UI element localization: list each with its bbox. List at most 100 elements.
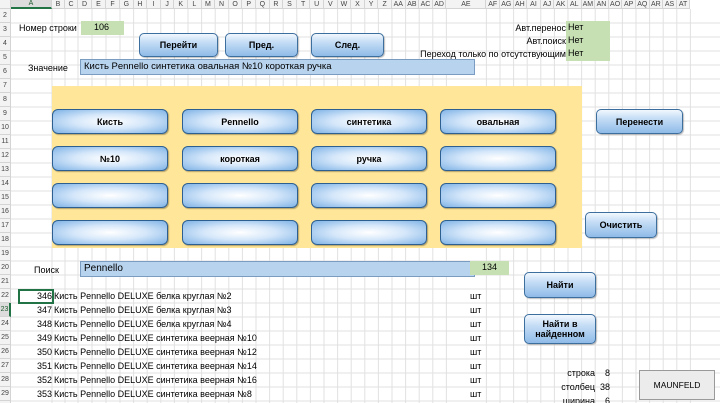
row-header-21[interactable]: 21 [0,275,11,289]
result-number[interactable]: 352 [18,374,52,388]
word-tile-8[interactable] [440,146,556,171]
result-number[interactable]: 348 [18,318,52,332]
result-name[interactable]: Кисть Pennello DELUXE синтетика веерная … [54,374,464,388]
result-name[interactable]: Кисть Pennello DELUXE синтетика веерная … [54,332,464,346]
word-tile-6[interactable]: короткая [182,146,298,171]
row-header-17[interactable]: 17 [0,219,11,233]
column-header-a[interactable]: A [11,0,52,9]
column-header-al[interactable]: AL [568,0,582,9]
result-number[interactable]: 347 [18,304,52,318]
row-header-29[interactable]: 29 [0,387,11,401]
row-header-18[interactable]: 18 [0,233,11,247]
column-header-q[interactable]: Q [256,0,270,9]
column-header-ar[interactable]: AR [649,0,664,9]
column-header-ac[interactable]: AC [419,0,433,9]
row-header-19[interactable]: 19 [0,247,11,261]
word-tile-7[interactable]: ручка [311,146,427,171]
row-header-15[interactable]: 15 [0,191,11,205]
column-header-aj[interactable]: AJ [540,0,555,9]
column-header-g[interactable]: G [120,0,134,9]
row-header-14[interactable]: 14 [0,177,11,191]
row-header-24[interactable]: 24 [0,317,11,331]
row-header-6[interactable]: 6 [0,65,11,79]
column-header-b[interactable]: B [52,0,65,9]
column-header-at[interactable]: AT [676,0,691,9]
row-header-10[interactable]: 10 [0,121,11,135]
row-header-8[interactable]: 8 [0,93,11,107]
select-all-corner[interactable] [0,0,11,9]
result-number[interactable]: 350 [18,346,52,360]
column-header-e[interactable]: E [92,0,106,9]
row-header-16[interactable]: 16 [0,205,11,219]
brand-button[interactable]: MAUNFELD [639,370,715,400]
column-header-af[interactable]: AF [486,0,500,9]
column-header-r[interactable]: R [269,0,284,9]
column-header-h[interactable]: H [133,0,148,9]
column-header-z[interactable]: Z [378,0,392,9]
auto-transfer-value[interactable]: Нет [566,21,610,35]
result-name[interactable]: Кисть Pennello DELUXE белка круглая №3 [54,304,464,318]
column-header-ai[interactable]: AI [527,0,541,9]
word-tile-16[interactable] [440,220,556,245]
result-name[interactable]: Кисть Pennello DELUXE белка круглая №4 [54,318,464,332]
column-header-ak[interactable]: AK [554,0,568,9]
column-header-x[interactable]: X [351,0,365,9]
search-input[interactable]: Pennello [80,261,475,277]
word-tile-15[interactable] [311,220,427,245]
word-tile-1[interactable]: Кисть [52,109,168,134]
clear-button[interactable]: Очистить [585,212,657,238]
result-number[interactable]: 351 [18,360,52,374]
next-button[interactable]: След. [311,33,384,57]
word-tile-11[interactable] [311,183,427,208]
go-button[interactable]: Перейти [139,33,218,57]
row-header-23[interactable]: 23 [0,303,11,317]
column-header-w[interactable]: W [337,0,352,9]
column-header-aq[interactable]: AQ [636,0,650,9]
column-header-n[interactable]: N [215,0,229,9]
row-header-26[interactable]: 26 [0,345,11,359]
auto-search-value[interactable]: Нет [566,34,610,48]
find-button[interactable]: Найти [524,272,596,298]
word-tile-12[interactable] [440,183,556,208]
column-header-o[interactable]: O [228,0,243,9]
word-tile-13[interactable] [52,220,168,245]
word-tile-3[interactable]: синтетика [311,109,427,134]
column-header-m[interactable]: M [201,0,216,9]
result-name[interactable]: Кисть Pennello DELUXE синтетика веерная … [54,346,464,360]
missing-only-value[interactable]: Нет [566,47,610,61]
column-header-an[interactable]: AN [595,0,609,9]
row-header-4[interactable]: 4 [0,37,11,51]
word-tile-10[interactable] [182,183,298,208]
column-header-ah[interactable]: AH [513,0,528,9]
row-header-27[interactable]: 27 [0,359,11,373]
value-field[interactable]: Кисть Pennello синтетика овальная №10 ко… [80,59,475,75]
result-name[interactable]: Кисть Pennello DELUXE синтетика веерная … [54,360,464,374]
result-number[interactable]: 353 [18,388,52,402]
column-header-k[interactable]: K [174,0,188,9]
row-header-12[interactable]: 12 [0,149,11,163]
result-name[interactable]: Кисть Pennello DELUXE синтетика веерная … [54,388,464,402]
transfer-button[interactable]: Перенести [596,109,683,134]
column-header-ad[interactable]: AD [432,0,447,9]
column-header-am[interactable]: AM [581,0,596,9]
column-header-j[interactable]: J [160,0,175,9]
column-header-p[interactable]: P [242,0,256,9]
row-header-13[interactable]: 13 [0,163,11,177]
column-header-s[interactable]: S [283,0,297,9]
word-tile-5[interactable]: №10 [52,146,168,171]
column-header-d[interactable]: D [78,0,92,9]
column-header-ab[interactable]: AB [405,0,420,9]
column-header-ae[interactable]: AE [446,0,487,9]
word-tile-2[interactable]: Pennello [182,109,298,134]
column-header-as[interactable]: AS [663,0,677,9]
column-header-u[interactable]: U [310,0,324,9]
row-header-11[interactable]: 11 [0,135,11,149]
word-tile-4[interactable]: овальная [440,109,556,134]
column-header-i[interactable]: I [147,0,161,9]
row-header-3[interactable]: 3 [0,23,11,37]
column-header-l[interactable]: L [188,0,202,9]
column-header-c[interactable]: C [65,0,78,9]
result-number[interactable]: 349 [18,332,52,346]
row-header-20[interactable]: 20 [0,261,11,275]
column-header-f[interactable]: F [106,0,120,9]
